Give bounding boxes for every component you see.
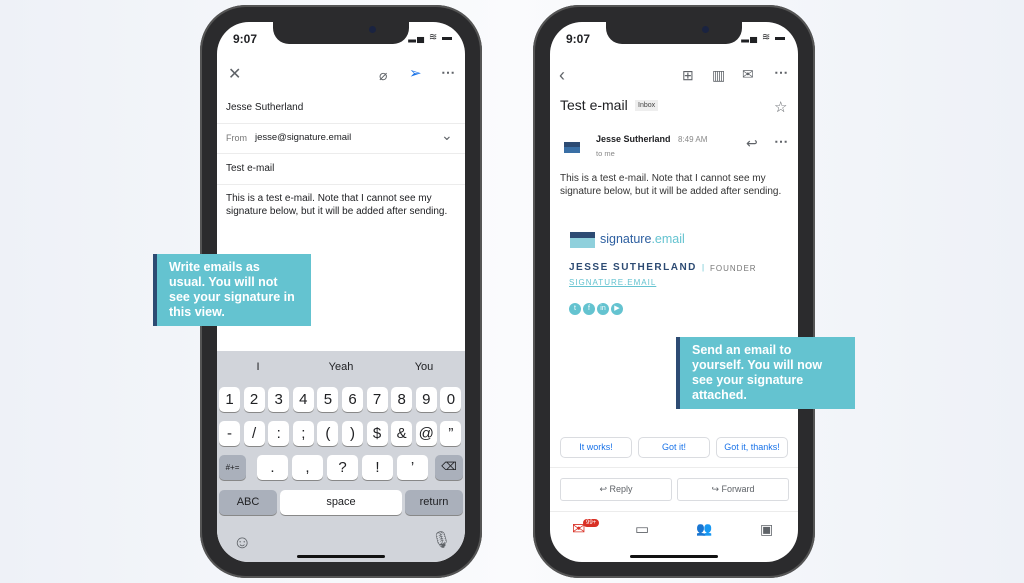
reply-icon[interactable]: ↩	[746, 136, 758, 150]
signature-role: FOUNDER	[710, 264, 757, 273]
suggestion[interactable]: Yeah	[300, 361, 382, 373]
callout-compose: Write emails as usual. You will not see …	[153, 254, 311, 326]
rooms-tab-icon[interactable]: 👥	[696, 522, 712, 535]
youtube-icon[interactable]: ▶	[611, 303, 623, 315]
email-subject: Test e-mail	[560, 97, 628, 113]
social-links: t f in ▶	[569, 297, 625, 315]
signature-link[interactable]: SIGNATURE.EMAIL	[569, 278, 656, 287]
more-icon[interactable]: ⋯	[774, 65, 788, 79]
key[interactable]: /	[243, 421, 265, 446]
space-key[interactable]: space	[280, 490, 402, 515]
home-indicator	[630, 555, 718, 558]
attach-icon[interactable]: ⌀	[379, 68, 387, 82]
from-label: From	[226, 133, 247, 143]
key[interactable]: -	[219, 421, 240, 446]
signature-name: JESSE SUTHERLAND	[569, 262, 697, 273]
symbols-key[interactable]: #+=	[219, 455, 246, 480]
trash-icon[interactable]: ▥	[712, 68, 725, 82]
key[interactable]: @	[415, 421, 437, 446]
key[interactable]: ,	[292, 455, 323, 480]
key[interactable]: 0	[440, 387, 462, 412]
keyboard: I Yeah You 1 2 3 4 5 6 7 8 9 0 - /:;() $ & @”.,?!’ #+=…	[217, 351, 465, 562]
quick-reply[interactable]: Got it!	[638, 437, 710, 458]
key[interactable]: 8	[391, 387, 413, 412]
inbox-phone: 9:07 ▂▄ ≋ ▬ ‹ ⊞ ▥ ✉ ⋯ Test e-mail Inbox …	[533, 5, 815, 578]
notch	[273, 22, 409, 44]
linkedin-icon[interactable]: in	[597, 303, 609, 315]
suggestion[interactable]: You	[383, 361, 465, 373]
status-icons: ▂▄ ≋ ▬	[408, 32, 453, 43]
key[interactable]: !	[362, 455, 393, 480]
callout-inbox: Send an email to yourself. You will now …	[676, 337, 855, 409]
key[interactable]: 3	[268, 387, 290, 412]
key[interactable]: 5	[317, 387, 339, 412]
home-indicator	[297, 555, 385, 558]
key[interactable]: 4	[292, 387, 314, 412]
key[interactable]: 9	[415, 387, 437, 412]
meet-tab-icon[interactable]: ▣	[760, 522, 773, 536]
key[interactable]: :	[268, 421, 290, 446]
status-icons: ▂▄ ≋ ▬	[741, 32, 786, 43]
key[interactable]: $	[366, 421, 388, 446]
signature-logo-icon	[570, 232, 595, 248]
chat-tab-icon[interactable]: ▭	[635, 522, 649, 537]
unread-badge: 99+	[583, 519, 600, 527]
backspace-key[interactable]: ⌫	[435, 455, 463, 480]
email-body: This is a test e-mail. Note that I canno…	[560, 173, 782, 197]
subject-field[interactable]: Test e-mail	[226, 163, 274, 174]
abc-key[interactable]: ABC	[219, 490, 277, 515]
body-field[interactable]: This is a test e-mail. Note that I canno…	[226, 192, 458, 218]
quick-reply[interactable]: It works!	[560, 437, 632, 458]
sender-avatar	[564, 142, 580, 153]
status-time: 9:07	[233, 32, 258, 46]
key[interactable]: ”	[440, 421, 462, 446]
key[interactable]: &	[391, 421, 413, 446]
key[interactable]: 2	[243, 387, 265, 412]
microphone-icon[interactable]: 🎙	[431, 533, 451, 549]
close-icon[interactable]: ✕	[228, 67, 241, 83]
quick-reply[interactable]: Got it, thanks!	[716, 437, 788, 458]
recipient[interactable]: to me	[596, 149, 615, 158]
reply-button[interactable]: ↩ Reply	[560, 478, 672, 501]
forward-button[interactable]: ↪ Forward	[677, 478, 789, 501]
key[interactable]: 6	[342, 387, 363, 412]
key[interactable]: )	[342, 421, 363, 446]
from-field[interactable]: jesse@signature.email	[255, 132, 351, 143]
signature-logo: signature.email	[600, 232, 685, 246]
more-icon[interactable]: ⋯	[774, 134, 788, 148]
chevron-down-icon[interactable]: ⌄	[441, 128, 453, 142]
key[interactable]: (	[317, 421, 339, 446]
sent-time: 8:49 AM	[678, 135, 708, 144]
key[interactable]: ?	[327, 455, 358, 480]
emoji-icon[interactable]: ☺	[233, 533, 251, 551]
facebook-icon[interactable]: f	[583, 303, 595, 315]
key[interactable]: ;	[292, 421, 314, 446]
back-icon[interactable]: ‹	[559, 66, 565, 84]
twitter-icon[interactable]: t	[569, 303, 581, 315]
star-icon[interactable]: ☆	[774, 100, 787, 115]
more-icon[interactable]: ⋯	[441, 65, 455, 79]
send-icon[interactable]: ➢	[409, 66, 422, 81]
inbox-screen: 9:07 ▂▄ ≋ ▬ ‹ ⊞ ▥ ✉ ⋯ Test e-mail Inbox …	[550, 22, 798, 562]
key[interactable]: 7	[366, 387, 388, 412]
to-field[interactable]: Jesse Sutherland	[226, 102, 303, 113]
sender-name: Jesse Sutherland	[596, 134, 671, 144]
inbox-label[interactable]: Inbox	[635, 100, 659, 111]
archive-icon[interactable]: ⊞	[682, 68, 694, 82]
mail-icon[interactable]: ✉	[742, 67, 754, 81]
key[interactable]: ’	[397, 455, 428, 480]
return-key[interactable]: return	[405, 490, 463, 515]
key[interactable]: 1	[219, 387, 240, 412]
status-time: 9:07	[566, 32, 591, 46]
suggestion[interactable]: I	[217, 361, 299, 373]
key[interactable]: .	[257, 455, 288, 480]
